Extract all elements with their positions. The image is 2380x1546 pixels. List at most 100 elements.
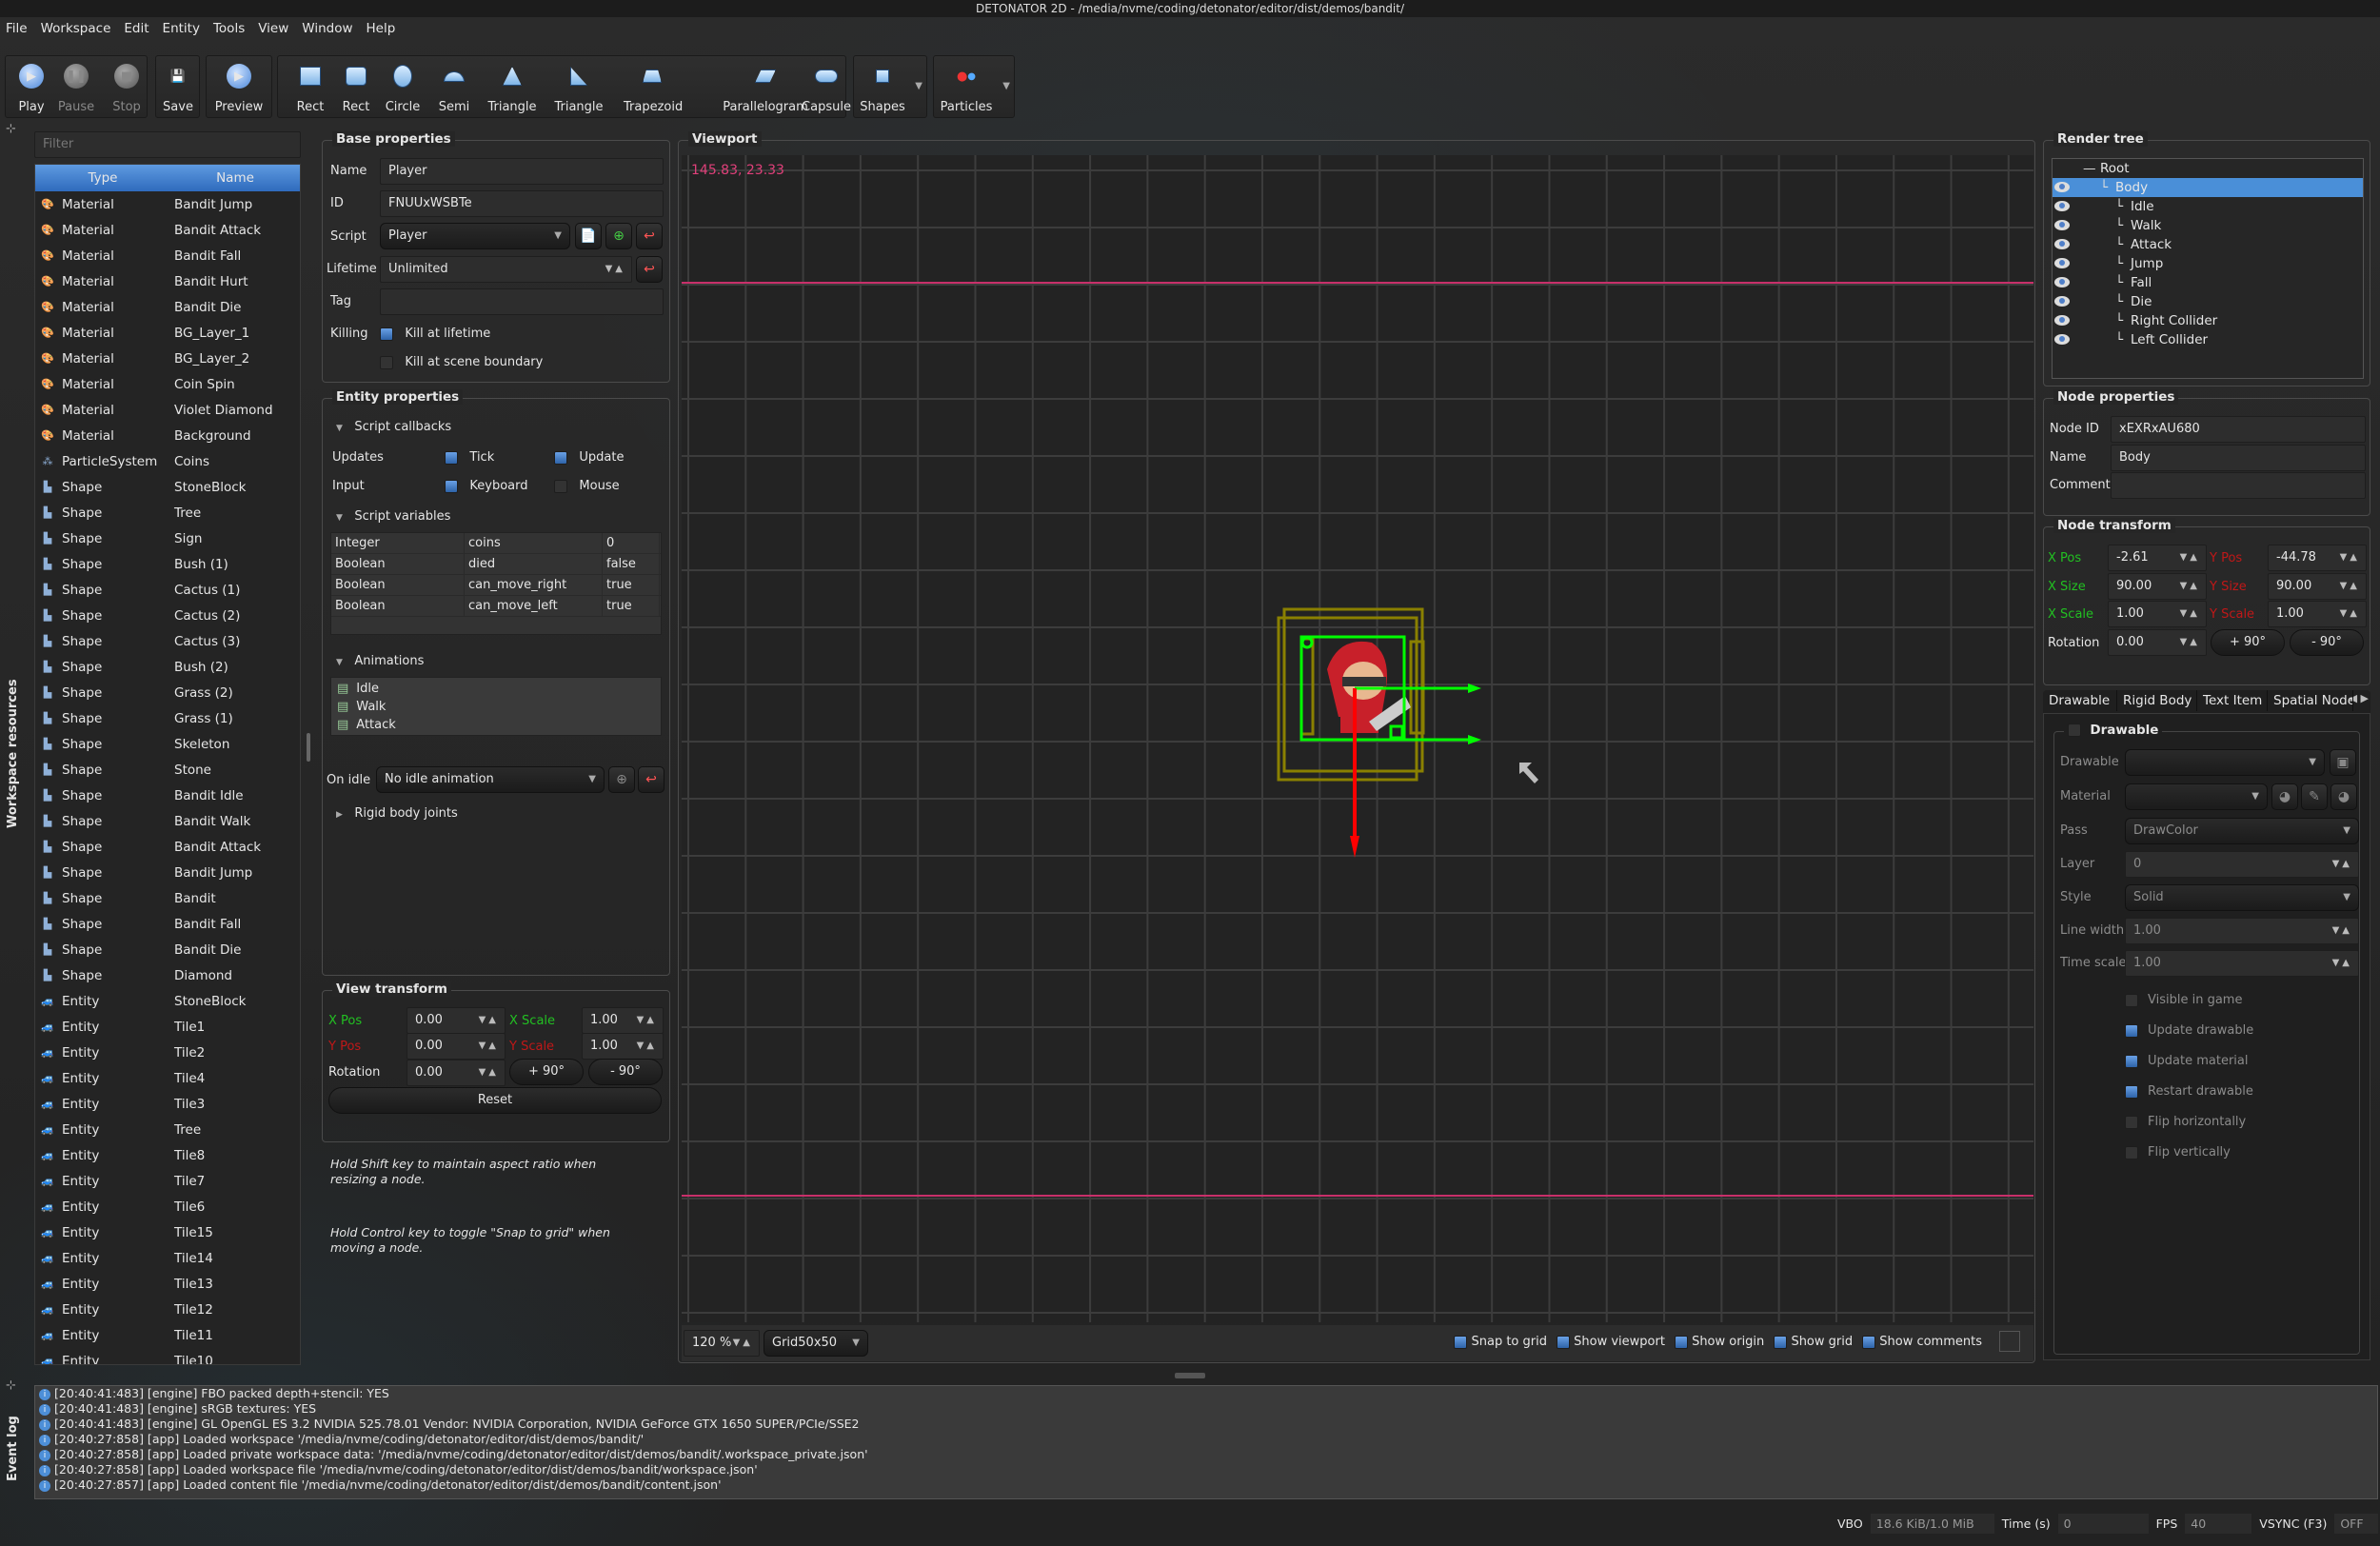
spin-arrows-icon[interactable]: ▼▲ [637,1034,657,1059]
checkbox[interactable] [1774,1335,1788,1349]
spin-arrows-icon[interactable]: ▼▲ [479,1060,499,1085]
node-xpos-spinbox[interactable]: -2.61 ▼▲ [2108,545,2207,571]
view-rotation-spinbox[interactable]: 0.00 ▼▲ [407,1060,506,1086]
flag-visible-in-game-checkbox[interactable]: Visible in game [2125,985,2253,1016]
kill-at-lifetime-checkbox[interactable]: Kill at lifetime [380,327,490,341]
resource-row[interactable]: ▙ Shape Bandit Attack [35,834,300,860]
checkbox[interactable] [2125,993,2138,1007]
tree-node-fall[interactable]: └ Fall [2053,273,2363,292]
animation-item[interactable]: ▤ Attack [331,716,661,734]
view-rotate-minus-90-button[interactable]: - 90° [588,1059,663,1085]
tab-spatial-node[interactable]: Spatial Node [2268,690,2353,711]
view-xpos-spinbox[interactable]: 0.00 ▼▲ [407,1007,506,1034]
spin-arrows-icon[interactable]: ▼▲ [479,1008,499,1033]
checkbox[interactable] [2125,1084,2138,1099]
spin-arrows-icon[interactable]: ▼▲ [2180,545,2200,570]
edit-drawable-button[interactable]: ▣ [2330,749,2356,776]
grid-select[interactable]: Grid50x50 ▼ [764,1330,868,1357]
eye-icon[interactable] [2054,182,2070,192]
layer-spinbox[interactable]: 0 ▼▲ [2125,851,2359,878]
x-axis-arrow-icon[interactable] [1468,735,1481,744]
particles-menu-button[interactable]: ● ● Particles [938,62,995,115]
resource-row[interactable]: ⁂ ParticleSystem Coins [35,448,300,474]
edit-script-button[interactable]: 📄 [575,223,602,249]
show-origin-checkbox[interactable]: Show origin [1674,1335,1764,1352]
add-script-button[interactable]: ⊕ [605,223,632,249]
add-idle-button[interactable]: ⊕ [608,766,635,793]
view-reset-button[interactable]: Reset [328,1087,662,1114]
resource-row[interactable]: ▙ Shape Grass (2) [35,680,300,705]
zoom-spinbox[interactable]: 120 % ▼▲ [684,1330,760,1357]
shape-tool-trapezoid[interactable]: Trapezoid [624,62,683,114]
resource-row[interactable]: 🚙 Entity Tile14 [35,1245,300,1271]
id-field[interactable]: FNUUxWSBTe [380,190,664,217]
material-button-2[interactable]: ✎ [2301,783,2328,810]
resource-row[interactable]: 🎨 Material Coin Spin [35,371,300,397]
spin-arrows-icon[interactable]: ▼▲ [605,257,625,282]
resource-row[interactable]: ▙ Shape Bandit Die [35,937,300,962]
eye-icon[interactable] [2054,258,2070,268]
material-button-3[interactable]: ◕ [2330,783,2357,810]
checkbox[interactable] [2125,1115,2138,1129]
checkbox[interactable] [554,450,567,465]
dock-float-icon[interactable]: ⊹ [6,1378,16,1393]
resource-row[interactable]: ▙ Shape Tree [35,500,300,525]
resource-row[interactable]: 🚙 Entity Tile4 [35,1065,300,1091]
shape-tool-capsule[interactable]: Capsule [798,62,855,114]
shapes-menu-button[interactable]: Shapes [854,62,911,114]
eye-icon[interactable] [2054,220,2070,230]
spin-arrows-icon[interactable]: ▼▲ [2340,574,2360,599]
menu-window[interactable]: Window [302,21,352,44]
drawable-select[interactable]: ▼ [2125,749,2325,776]
show-viewport-checkbox[interactable]: Show viewport [1556,1335,1665,1352]
pass-select[interactable]: DrawColor ▼ [2125,818,2359,844]
stop-button[interactable]: ■ Stop [98,62,155,114]
resource-row[interactable]: ▙ Shape Bush (2) [35,654,300,680]
tab-drawable[interactable]: Drawable [2043,690,2117,711]
tree-node-root[interactable]: — Root [2053,159,2363,178]
resource-row[interactable]: ▙ Shape Bandit Walk [35,808,300,834]
resource-row[interactable]: 🎨 Material Bandit Hurt [35,268,300,294]
spin-arrows-icon[interactable]: ▼▲ [733,1331,753,1356]
time-scale-spinbox[interactable]: 1.00 ▼▲ [2125,950,2359,977]
eye-icon[interactable] [2054,277,2070,287]
resource-row[interactable]: 🎨 Material Bandit Jump [35,191,300,217]
spin-arrows-icon[interactable]: ▼▲ [2180,574,2200,599]
resource-row[interactable]: 🎨 Material Bandit Fall [35,243,300,268]
node-ypos-spinbox[interactable]: -44.78 ▼▲ [2268,545,2367,571]
shape-tool-circle[interactable]: Circle [374,62,431,114]
resource-row[interactable]: ▙ Shape Skeleton [35,731,300,757]
tree-node-attack[interactable]: └ Attack [2053,235,2363,254]
resource-row[interactable]: ▙ Shape Sign [35,525,300,551]
checkbox[interactable] [2125,1023,2138,1038]
eye-icon[interactable] [2054,201,2070,211]
spin-arrows-icon[interactable]: ▼▲ [2332,852,2352,877]
eye-icon[interactable] [2054,334,2070,345]
viewport-color-button[interactable] [1999,1331,2020,1352]
tree-node-idle[interactable]: └ Idle [2053,197,2363,216]
resource-row[interactable]: 🚙 Entity Tile11 [35,1322,300,1348]
resource-row[interactable]: 🎨 Material Bandit Die [35,294,300,320]
shape-tool-triangle[interactable]: Triangle [484,62,541,114]
resource-row[interactable]: 🚙 Entity Tile6 [35,1194,300,1219]
resource-row[interactable]: 🎨 Material Background [35,423,300,448]
menu-edit[interactable]: Edit [124,21,149,44]
resource-row[interactable]: ▙ Shape StoneBlock [35,474,300,500]
node-name-input[interactable]: Body [2111,445,2366,471]
resource-row[interactable]: ▙ Shape Bandit Jump [35,860,300,885]
tick-checkbox[interactable]: Tick [445,450,494,465]
view-rotate-plus-90-button[interactable]: + 90° [509,1059,584,1085]
name-input[interactable]: Player [380,158,664,185]
material-select[interactable]: ▼ [2125,783,2268,810]
node-yscale-spinbox[interactable]: 1.00 ▼▲ [2268,601,2367,627]
tab-rigid-body[interactable]: Rigid Body [2117,690,2197,711]
checkbox[interactable] [2125,1145,2138,1160]
checkbox[interactable] [1674,1335,1688,1349]
chevron-down-icon[interactable]: ▼ [915,81,922,91]
show-grid-checkbox[interactable]: Show grid [1774,1335,1853,1352]
view-xscale-spinbox[interactable]: 1.00 ▼▲ [582,1007,664,1034]
spin-arrows-icon[interactable]: ▼▲ [2332,919,2352,943]
flag-flip-vertically-checkbox[interactable]: Flip vertically [2125,1138,2253,1168]
menu-file[interactable]: File [6,21,28,44]
spin-arrows-icon[interactable]: ▼▲ [637,1008,657,1033]
